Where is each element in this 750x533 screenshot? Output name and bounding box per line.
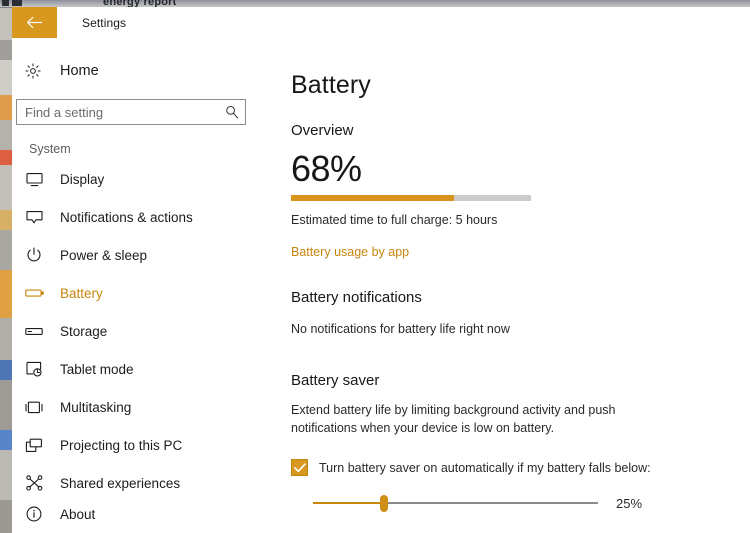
power-icon <box>19 247 49 263</box>
sidebar-item-tablet-mode[interactable]: Tablet mode <box>12 350 266 388</box>
sidebar-label-about: About <box>60 506 96 522</box>
sidebar: Home System <box>12 38 266 533</box>
battery-saver-section: Battery saver Extend battery life by lim… <box>291 372 750 533</box>
search-box[interactable] <box>16 99 246 125</box>
screen: energy report Settings Home Find a setti… <box>0 0 750 533</box>
titlebar-title: Settings <box>82 15 127 30</box>
overview-heading: Overview <box>291 122 354 139</box>
background-window-titlebar[interactable]: energy report <box>0 0 750 8</box>
battery-saver-description: Extend battery life by limiting backgrou… <box>291 403 616 436</box>
battery-progress-fill <box>291 195 455 201</box>
check-icon <box>293 463 306 472</box>
battery-saver-heading: Battery saver <box>291 372 380 390</box>
projecting-icon <box>19 438 49 453</box>
sidebar-label-battery: Battery <box>60 285 103 301</box>
sidebar-item-shared-experiences[interactable]: Shared experiences <box>12 464 266 502</box>
sidebar-item-storage[interactable]: Storage <box>12 312 266 350</box>
notifications-heading: Battery notifications <box>291 289 422 306</box>
sidebar-label-notifications: Notifications & actions <box>60 209 193 225</box>
titlebar: Settings <box>12 7 750 38</box>
battery-icon <box>19 287 49 299</box>
sidebar-item-notifications[interactable]: Notifications & actions <box>12 198 266 236</box>
estimated-time-text: Estimated time to full charge: 5 hours <box>291 213 498 227</box>
auto-battery-saver-row[interactable]: Turn battery saver on automatically if m… <box>291 459 750 477</box>
tablet-icon <box>19 361 49 377</box>
battery-saver-threshold-row: 25% <box>313 493 750 513</box>
sidebar-label-shared-experiences: Shared experiences <box>60 475 181 491</box>
background-window-icon <box>2 0 22 6</box>
auto-battery-saver-checkbox[interactable] <box>291 459 308 477</box>
sidebar-item-battery[interactable]: Battery <box>12 274 266 312</box>
notifications-section: Battery notifications No notifications f… <box>291 289 750 338</box>
background-window-left-strip[interactable] <box>0 0 12 533</box>
sidebar-label-projecting: Projecting to this PC <box>60 437 183 453</box>
search-icon[interactable] <box>219 105 245 119</box>
overview-section: Overview 68% Estimated time to full char… <box>291 122 750 289</box>
sidebar-item-power-sleep[interactable]: Power & sleep <box>12 236 266 274</box>
monitor-icon <box>19 172 49 187</box>
sidebar-item-about[interactable]: About <box>12 502 266 526</box>
back-button[interactable] <box>12 7 57 38</box>
sidebar-label-storage: Storage <box>60 323 108 339</box>
main-content: Battery Overview 68% Estimated time to f… <box>266 38 750 533</box>
share-icon <box>19 475 49 491</box>
sidebar-label-display: Display <box>60 171 105 187</box>
sidebar-item-projecting[interactable]: Projecting to this PC <box>12 426 266 464</box>
auto-battery-saver-label: Turn battery saver on automatically if m… <box>319 460 651 475</box>
battery-percent: 68% <box>291 148 362 189</box>
sidebar-label-multitasking: Multitasking <box>60 399 132 415</box>
slider-fill <box>313 502 385 505</box>
settings-window: Settings Home Find a setting System Disp… <box>12 7 750 533</box>
gear-icon <box>19 63 47 79</box>
sidebar-nav-list: Display Notifications & actions Power & … <box>12 160 266 526</box>
sidebar-label-tablet-mode: Tablet mode <box>60 361 134 377</box>
page-title: Battery <box>291 71 371 99</box>
sidebar-item-display[interactable]: Display <box>12 160 266 198</box>
battery-usage-by-app-link[interactable]: Battery usage by app <box>291 245 409 259</box>
slider-thumb[interactable] <box>380 495 389 513</box>
multitasking-icon <box>19 401 49 414</box>
app-body: Home System <box>12 38 750 533</box>
info-icon <box>19 506 49 522</box>
battery-saver-slider[interactable] <box>313 493 598 513</box>
sidebar-home-label: Home <box>60 63 99 79</box>
sidebar-group-title: System <box>29 142 71 156</box>
slider-value-label: 25% <box>616 495 643 511</box>
notification-icon <box>19 210 49 225</box>
back-arrow-icon <box>27 16 42 29</box>
sidebar-label-power-sleep: Power & sleep <box>60 247 148 263</box>
storage-icon <box>19 326 49 337</box>
battery-progress-bar <box>291 195 531 201</box>
search-input[interactable] <box>17 101 219 123</box>
sidebar-item-home[interactable]: Home <box>12 56 266 86</box>
notifications-message: No notifications for battery life right … <box>291 322 510 336</box>
sidebar-item-multitasking[interactable]: Multitasking <box>12 388 266 426</box>
